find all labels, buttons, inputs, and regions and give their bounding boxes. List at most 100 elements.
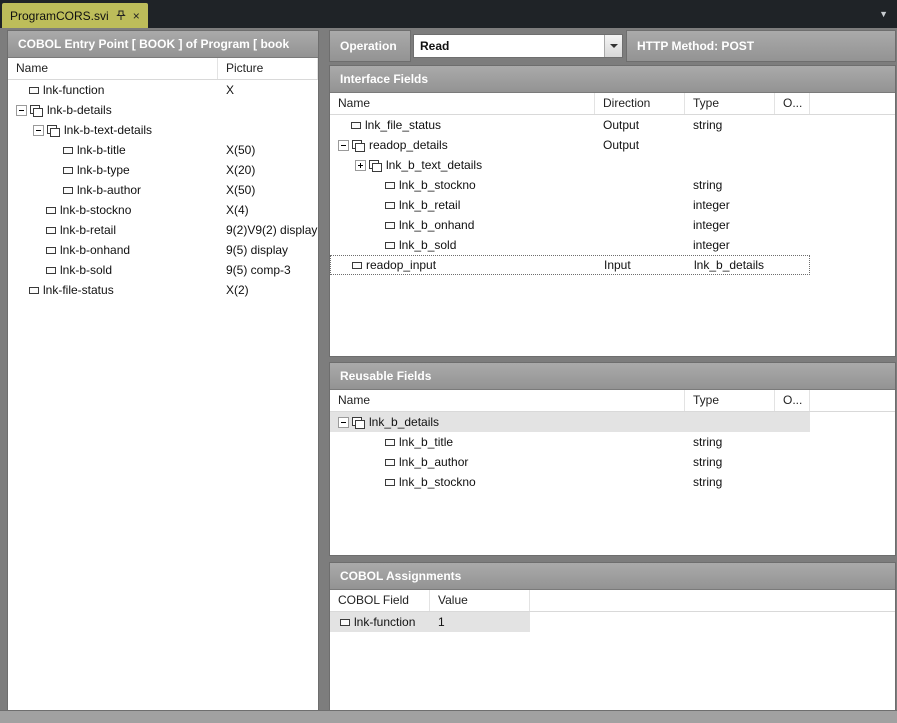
column-header-direction[interactable]: Direction [595, 93, 685, 114]
table-row[interactable]: lnk-file-statusX(2) [8, 280, 318, 300]
field-icon [385, 439, 395, 446]
column-header-name[interactable]: Name [8, 58, 218, 79]
expand-icon[interactable] [355, 160, 366, 171]
operation-dropdown[interactable]: Read [413, 34, 623, 58]
column-header-o[interactable]: O... [775, 93, 810, 114]
tree-item: readop_details [330, 138, 595, 152]
field-icon [63, 167, 73, 174]
chevron-down-icon [610, 44, 618, 48]
group-icon [47, 125, 60, 136]
cell-picture: X(4) [218, 203, 318, 217]
tree-item: lnk-b-stockno [8, 203, 218, 217]
table-row[interactable]: lnk_file_statusOutputstring [330, 115, 895, 135]
pin-icon[interactable] [116, 10, 126, 21]
table-row[interactable]: lnk_b_details [330, 412, 810, 432]
column-header-o[interactable]: O... [775, 390, 810, 411]
tree-item-label: lnk-b-type [77, 163, 130, 177]
tree-item: lnk-function [330, 615, 430, 629]
column-header-value[interactable]: Value [430, 590, 530, 611]
cell-picture: 9(5) comp-3 [218, 263, 318, 277]
table-row[interactable]: lnk-b-details [8, 100, 318, 120]
tree-item-label: lnk-b-sold [60, 263, 112, 277]
tree-item-label: lnk-b-text-details [64, 123, 152, 137]
tree-item: lnk-file-status [8, 283, 218, 297]
tree-item-label: lnk-b-title [77, 143, 126, 157]
tree-item-label: readop_input [366, 258, 436, 272]
field-icon [385, 479, 395, 486]
tab-title: ProgramCORS.svi [10, 9, 109, 23]
field-icon [385, 459, 395, 466]
table-row[interactable]: readop_detailsOutput [330, 135, 895, 155]
cell-picture: 9(2)V9(2) display [218, 223, 318, 237]
cobol-assignments-table: COBOL FieldValuelnk-function1 [330, 590, 895, 632]
tree-item-label: lnk-b-onhand [60, 243, 130, 257]
cell-type: lnk_b_details [686, 258, 776, 272]
tab-programcors-svi[interactable]: ProgramCORS.svi × [2, 3, 148, 28]
table-row[interactable]: lnk-functionX [8, 80, 318, 100]
cobol-assignments-header: COBOL Assignments [330, 563, 895, 590]
table-column-header: NameTypeO... [330, 390, 895, 412]
field-icon [29, 87, 39, 94]
table-row[interactable]: lnk-b-type X(20) [8, 160, 318, 180]
table-row[interactable]: lnk_b_stocknostring [330, 175, 895, 195]
table-row[interactable]: readop_inputInputlnk_b_details [330, 255, 810, 275]
table-column-header: NamePicture [8, 58, 318, 80]
collapse-icon[interactable] [338, 417, 349, 428]
table-row[interactable]: lnk-function1 [330, 612, 530, 632]
reusable-fields-panel: Reusable Fields NameTypeO...lnk_b_detail… [330, 363, 895, 555]
column-header-name[interactable]: Name [330, 93, 595, 114]
field-icon [63, 187, 73, 194]
table-row[interactable]: lnk_b_sold integer [330, 235, 895, 255]
cell-picture: X(20) [218, 163, 318, 177]
table-row[interactable]: lnk_b_titlestring [330, 432, 895, 452]
collapse-icon[interactable] [33, 125, 44, 136]
dropdown-button[interactable] [604, 35, 622, 57]
left-panel: COBOL Entry Point [ BOOK ] of Program [ … [8, 31, 318, 710]
horizontal-scrollbar[interactable] [0, 710, 897, 723]
group-icon [352, 140, 365, 151]
cell-type: integer [685, 238, 775, 252]
field-icon [46, 207, 56, 214]
http-method-label: HTTP Method: POST [627, 31, 895, 61]
tree-item: lnk_b_sold [330, 238, 595, 252]
table-row[interactable]: lnk_b_authorstring [330, 452, 895, 472]
tree-item: lnk-b-sold [8, 263, 218, 277]
table-row[interactable]: lnk-b-authorX(50) [8, 180, 318, 200]
tree-item-label: lnk_b_stockno [399, 178, 476, 192]
table-row[interactable]: lnk_b_text_details [330, 155, 895, 175]
column-header-name[interactable]: Name [330, 390, 685, 411]
collapse-icon[interactable] [16, 105, 27, 116]
collapse-icon[interactable] [338, 140, 349, 151]
tab-list-chevron-down-icon[interactable]: ▼ [879, 9, 888, 19]
table-row[interactable]: lnk_b_onhandinteger [330, 215, 895, 235]
table-row[interactable]: lnk_b_stocknostring [330, 472, 895, 492]
column-header-type[interactable]: Type [685, 390, 775, 411]
close-icon[interactable]: × [133, 10, 140, 22]
column-header-type[interactable]: Type [685, 93, 775, 114]
cell-direction: Output [595, 118, 685, 132]
cobol-assignments-panel: COBOL Assignments COBOL FieldValuelnk-fu… [330, 563, 895, 710]
tree-item-label: lnk-b-details [47, 103, 112, 117]
cell-value: 1 [430, 615, 530, 629]
table-row[interactable]: lnk-b-sold 9(5) comp-3 [8, 260, 318, 280]
table-row[interactable]: lnk-b-retail 9(2)V9(2) display [8, 220, 318, 240]
tree-item-label: readop_details [369, 138, 448, 152]
tree-item-label: lnk_b_details [369, 415, 439, 429]
table-row[interactable]: lnk-b-onhand9(5) display [8, 240, 318, 260]
table-row[interactable]: lnk-b-stocknoX(4) [8, 200, 318, 220]
tree-item: lnk_b_text_details [330, 158, 595, 172]
table-row[interactable]: lnk-b-titleX(50) [8, 140, 318, 160]
tree-item-label: lnk-b-retail [60, 223, 116, 237]
cell-type: string [685, 435, 775, 449]
tree-item-label: lnk_b_stockno [399, 475, 476, 489]
table-row[interactable]: lnk-b-text-details [8, 120, 318, 140]
column-header-picture[interactable]: Picture [218, 58, 318, 79]
table-column-header: COBOL FieldValue [330, 590, 895, 612]
column-header-cobolfield[interactable]: COBOL Field [330, 590, 430, 611]
table-row[interactable]: lnk_b_retailinteger [330, 195, 895, 215]
field-icon [29, 287, 39, 294]
field-icon [385, 182, 395, 189]
left-panel-header: COBOL Entry Point [ BOOK ] of Program [ … [8, 31, 318, 58]
interface-fields-table: NameDirectionTypeO...lnk_file_statusOutp… [330, 93, 895, 275]
tree-item: lnk_b_stockno [330, 178, 595, 192]
